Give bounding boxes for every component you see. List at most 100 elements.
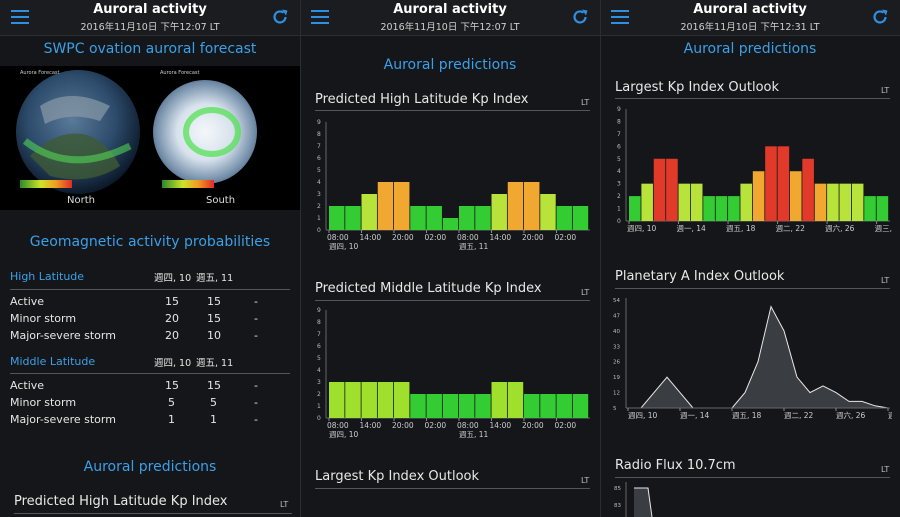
y-tick-label: 2	[317, 391, 321, 398]
south-label: South	[206, 195, 236, 206]
geomagnetic-title: Geomagnetic activity probabilities	[29, 234, 271, 250]
day-label: 週五, 11	[459, 242, 489, 251]
refresh-icon[interactable]	[870, 7, 890, 27]
bar	[827, 183, 839, 221]
high-latitude-table: High Latitude 週四, 10 週五, 11 Active 15 15 - Mi…	[10, 270, 290, 350]
y-tick-label: 9	[317, 119, 321, 126]
row-value: 15	[207, 295, 221, 308]
x-tick-label: 週四, 10	[627, 224, 657, 233]
app-title: Auroral activity	[393, 2, 507, 17]
y-tick-label: 5	[613, 406, 617, 412]
row-value: 15	[165, 379, 179, 392]
y-tick-label: 5	[617, 156, 621, 163]
bar	[666, 158, 678, 221]
y-tick-label: 2	[317, 203, 321, 210]
row-label: Major-severe storm	[10, 329, 116, 342]
row-label: Minor storm	[10, 312, 77, 325]
day-label: 週五, 11	[459, 430, 489, 439]
chart-title: Predicted High Latitude Kp Index	[14, 494, 228, 509]
day2-header: 週五, 11	[196, 358, 234, 369]
day1-header: 週四, 10	[154, 358, 192, 369]
y-tick-label: 12	[613, 391, 620, 397]
row-value: 15	[207, 312, 221, 325]
auroral-predictions-title: Auroral predictions	[83, 459, 217, 475]
chart-title: Radio Flux 10.7cm	[615, 458, 736, 473]
bar	[410, 394, 426, 418]
x-tick-label: 08:00	[327, 233, 349, 242]
timestamp: 2016年11月10日 下午12:07 LT	[80, 22, 220, 33]
ovation-images[interactable]: Aurora Forecast Aurora Forecast North So…	[0, 66, 300, 210]
chart-title: Predicted Middle Latitude Kp Index	[315, 281, 542, 296]
bar	[641, 183, 653, 221]
y-tick-label: 85	[614, 486, 621, 492]
refresh-icon[interactable]	[270, 7, 290, 27]
y-tick-label: 6	[617, 143, 621, 150]
x-tick-label: 週一, 14	[677, 224, 707, 233]
middle-latitude-table: Middle Latitude 週四, 10 週五, 11 Active 15 15- …	[10, 355, 290, 435]
y-tick-label: 33	[613, 344, 620, 350]
chart-rule	[315, 300, 590, 301]
svg-text:Aurora Forecast: Aurora Forecast	[20, 70, 60, 76]
lt-label: LT	[581, 476, 590, 485]
area-fill	[628, 306, 888, 408]
bar	[442, 394, 459, 418]
row-value: 1	[210, 413, 217, 426]
y-tick-label: 6	[317, 343, 321, 350]
row-value: -	[254, 396, 258, 409]
x-tick-label: 20:00	[522, 421, 544, 430]
bar	[524, 394, 540, 418]
y-tick-label: 4	[317, 179, 321, 186]
y-tick-label: 8	[617, 118, 621, 125]
x-tick-label: 02:00	[425, 421, 447, 430]
bar	[556, 394, 572, 418]
divider	[10, 373, 290, 374]
y-tick-label: 9	[317, 307, 321, 314]
app-title: Auroral activity	[693, 2, 807, 17]
row-value: 15	[207, 379, 221, 392]
bar	[777, 146, 790, 221]
day1-header: 週四, 10	[154, 273, 192, 284]
lt-label: LT	[881, 86, 890, 95]
x-tick-label: 14:00	[360, 421, 382, 430]
bar	[839, 183, 852, 221]
y-tick-label: 4	[617, 168, 621, 175]
bar	[459, 206, 475, 230]
row-value: -	[254, 295, 258, 308]
y-tick-label: 47	[613, 313, 620, 319]
timestamp: 2016年11月10日 下午12:07 LT	[380, 22, 520, 33]
y-tick-label: 4	[317, 367, 321, 374]
x-tick-label: 14:00	[490, 233, 512, 242]
y-tick-label: 3	[317, 191, 321, 198]
app-title: Auroral activity	[93, 2, 207, 17]
row-value: 5	[168, 396, 175, 409]
row-value: -	[254, 379, 258, 392]
panel-left: Auroral activity 2016年11月10日 下午12:07 LT …	[0, 0, 300, 517]
y-tick-label: 54	[613, 298, 620, 304]
y-tick-label: 5	[317, 167, 321, 174]
bar	[690, 183, 703, 221]
bar	[715, 196, 728, 221]
y-tick-label: 40	[613, 329, 620, 335]
row-value: 10	[207, 329, 221, 342]
chart-rule	[14, 513, 292, 514]
bar	[876, 196, 889, 221]
bar	[864, 196, 876, 221]
bar	[629, 196, 641, 221]
bar	[361, 194, 377, 230]
bar	[475, 206, 491, 230]
ovation-globes-image: Aurora Forecast Aurora Forecast	[16, 70, 257, 194]
refresh-icon[interactable]	[570, 7, 590, 27]
bar	[491, 194, 507, 230]
bar	[459, 394, 475, 418]
y-tick-label: 83	[614, 503, 621, 509]
header: Auroral activity 2016年11月10日 下午12:07 LT	[0, 0, 300, 36]
x-tick-label: 週二, 22	[784, 411, 814, 420]
x-tick-label: 08:00	[457, 233, 479, 242]
y-tick-label: 1	[617, 206, 621, 213]
y-tick-label: 1	[317, 403, 321, 410]
area-fill	[634, 488, 652, 517]
day-label: 週四, 10	[329, 242, 359, 251]
lt-label: LT	[581, 98, 590, 107]
ovation-title: SWPC ovation auroral forecast	[43, 41, 257, 57]
high-latitude-kp-chart: 0 1 2 3 4 5 6 7 8 9 08:00 14:00 20:00 02:00 08:00 14:00…	[317, 119, 590, 251]
